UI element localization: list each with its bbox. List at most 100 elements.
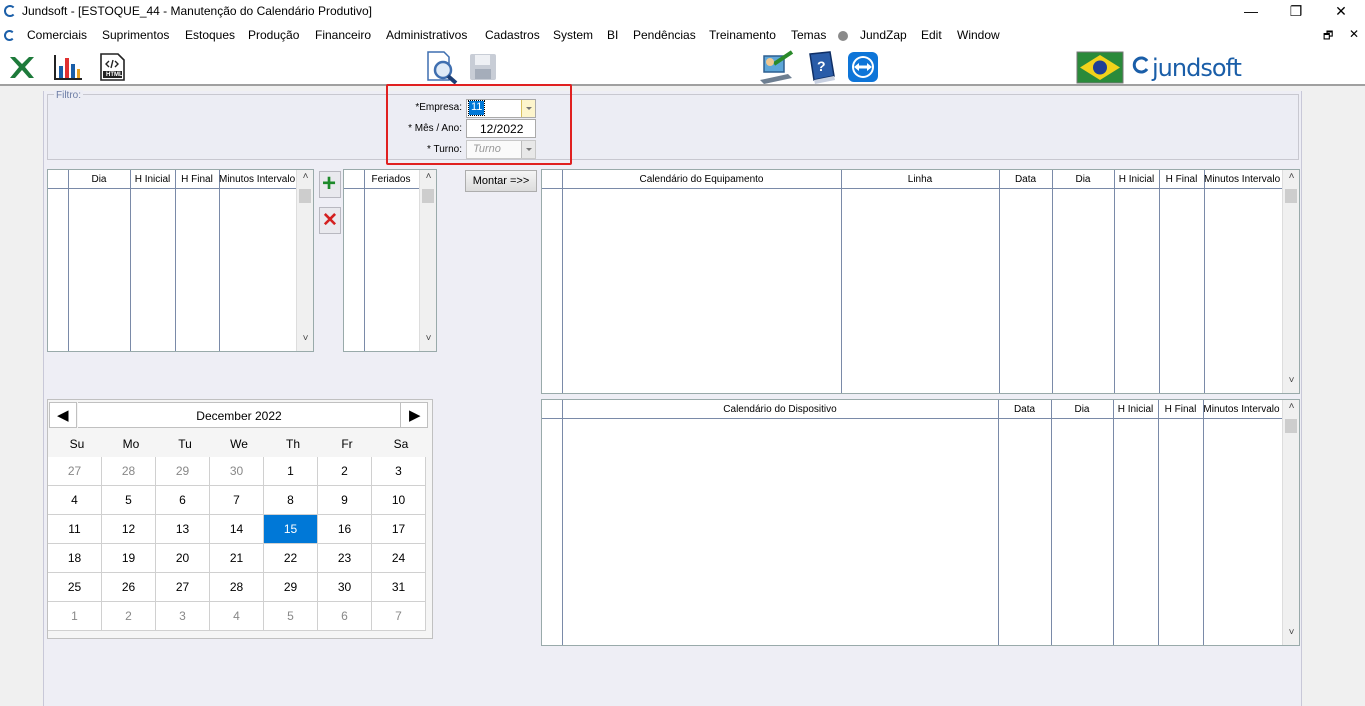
mdi-close-button[interactable]: ✕: [1349, 27, 1359, 41]
calendar-day[interactable]: 17: [372, 515, 426, 544]
column-header-h-inicial[interactable]: H Inicial: [1114, 174, 1159, 185]
mdi-restore-button[interactable]: 🗗: [1323, 27, 1333, 46]
dispositivo-grid-scrollbar[interactable]: ˄ ˅: [1282, 400, 1299, 645]
equipamento-grid-scrollbar[interactable]: ˄ ˅: [1282, 170, 1299, 393]
column-header-linha[interactable]: Linha: [841, 174, 999, 185]
turno-grid-scrollbar[interactable]: ˄ ˅: [296, 170, 313, 351]
calendar-day[interactable]: 5: [102, 486, 156, 515]
calendar-day[interactable]: 13: [156, 515, 210, 544]
feriados-grid-scrollbar[interactable]: ˄ ˅: [419, 170, 436, 351]
column-header-dia[interactable]: Dia: [1052, 174, 1114, 185]
column-header-h-final[interactable]: H Final: [175, 174, 219, 185]
menu-producao[interactable]: Produção: [248, 28, 299, 42]
equipamento-grid[interactable]: Calendário do Equipamento Linha Data Dia…: [541, 169, 1300, 394]
menu-comerciais[interactable]: Comerciais: [27, 28, 87, 42]
column-header-h-final[interactable]: H Final: [1159, 174, 1204, 185]
column-header-dia[interactable]: Dia: [1051, 404, 1113, 415]
calendar-day[interactable]: 24: [372, 544, 426, 573]
calendar-day-adjacent[interactable]: 30: [210, 457, 264, 486]
chart-icon[interactable]: [52, 52, 84, 82]
close-button[interactable]: ✕: [1318, 0, 1364, 23]
calendar-day[interactable]: 6: [156, 486, 210, 515]
menu-system[interactable]: System: [553, 28, 593, 42]
calendar-day[interactable]: 11: [48, 515, 102, 544]
column-header-dia[interactable]: Dia: [68, 174, 130, 185]
calendar-day[interactable]: 9: [318, 486, 372, 515]
calendar-day[interactable]: 19: [102, 544, 156, 573]
calendar-day[interactable]: 27: [156, 573, 210, 602]
calendar-day[interactable]: 3: [372, 457, 426, 486]
menu-edit[interactable]: Edit: [921, 28, 942, 42]
scroll-up-icon[interactable]: ˄: [1283, 401, 1299, 417]
scroll-down-icon[interactable]: ˅: [297, 333, 313, 349]
calendar-day-adjacent[interactable]: 5: [264, 602, 318, 631]
menu-temas[interactable]: Temas: [791, 28, 826, 42]
scroll-thumb[interactable]: [1285, 419, 1297, 433]
calendar-day[interactable]: 16: [318, 515, 372, 544]
calendar-day[interactable]: 4: [48, 486, 102, 515]
calendar-day[interactable]: 10: [372, 486, 426, 515]
html-export-icon[interactable]: HTML: [96, 52, 128, 82]
dispositivo-grid[interactable]: Calendário do Dispositivo Data Dia H Ini…: [541, 399, 1300, 646]
feriados-grid[interactable]: Feriados ˄ ˅: [343, 169, 437, 352]
menu-suprimentos[interactable]: Suprimentos: [102, 28, 169, 42]
calendar-day[interactable]: 23: [318, 544, 372, 573]
calendar-day[interactable]: 21: [210, 544, 264, 573]
menu-jundzap[interactable]: JundZap: [860, 28, 907, 42]
brazil-flag-icon[interactable]: [1076, 50, 1124, 84]
turno-grid[interactable]: Dia H Inicial H Final Minutos Intervalo …: [47, 169, 314, 352]
menu-bi[interactable]: BI: [607, 28, 618, 42]
scroll-thumb[interactable]: [1285, 189, 1297, 203]
column-header-h-inicial[interactable]: H Inicial: [1113, 404, 1158, 415]
calendar-day-adjacent[interactable]: 3: [156, 602, 210, 631]
calendar-day-adjacent[interactable]: 27: [48, 457, 102, 486]
calendar-day[interactable]: 26: [102, 573, 156, 602]
column-header-feriados[interactable]: Feriados: [364, 174, 418, 185]
scroll-thumb[interactable]: [422, 189, 434, 203]
next-month-button[interactable]: ▶: [400, 402, 428, 428]
calendar-day-adjacent[interactable]: 2: [102, 602, 156, 631]
calendar-day-adjacent[interactable]: 28: [102, 457, 156, 486]
help-book-icon[interactable]: ?: [802, 50, 838, 84]
menu-estoques[interactable]: Estoques: [185, 28, 235, 42]
column-header-calendario-equipamento[interactable]: Calendário do Equipamento: [562, 174, 841, 185]
maximize-button[interactable]: ❐: [1273, 0, 1319, 23]
menu-cadastros[interactable]: Cadastros: [485, 28, 540, 42]
calendar-day[interactable]: 20: [156, 544, 210, 573]
menu-treinamento[interactable]: Treinamento: [709, 28, 776, 42]
remove-button[interactable]: ✕: [319, 207, 341, 234]
calendar-day-adjacent[interactable]: 1: [48, 602, 102, 631]
calendar-day[interactable]: 14: [210, 515, 264, 544]
calendar-day[interactable]: 31: [372, 573, 426, 602]
scroll-down-icon[interactable]: ˅: [1283, 375, 1299, 391]
calendar-day[interactable]: 8: [264, 486, 318, 515]
scroll-up-icon[interactable]: ˄: [1283, 171, 1299, 187]
calendar-day[interactable]: 15: [264, 515, 318, 544]
calendar-day[interactable]: 28: [210, 573, 264, 602]
calendar-day-adjacent[interactable]: 6: [318, 602, 372, 631]
search-document-icon[interactable]: [424, 50, 460, 85]
calendar-day-adjacent[interactable]: 4: [210, 602, 264, 631]
column-header-data[interactable]: Data: [998, 404, 1051, 415]
column-header-minutos-intervalo[interactable]: Minutos Intervalo: [219, 174, 295, 185]
teamviewer-icon[interactable]: [847, 51, 879, 83]
calendar-day[interactable]: 7: [210, 486, 264, 515]
calendar-day[interactable]: 18: [48, 544, 102, 573]
user-help-icon[interactable]: [758, 50, 796, 84]
previous-month-button[interactable]: ◀: [49, 402, 77, 428]
scroll-thumb[interactable]: [299, 189, 311, 203]
column-header-minutos-intervalo[interactable]: Minutos Intervalo: [1203, 404, 1280, 415]
save-disk-icon[interactable]: [468, 52, 498, 82]
scroll-down-icon[interactable]: ˅: [1283, 627, 1299, 643]
column-header-h-inicial[interactable]: H Inicial: [130, 174, 175, 185]
calendar-day[interactable]: 25: [48, 573, 102, 602]
calendar-day[interactable]: 1: [264, 457, 318, 486]
minimize-button[interactable]: —: [1228, 0, 1274, 23]
menu-administrativos[interactable]: Administrativos: [386, 28, 467, 42]
column-header-data[interactable]: Data: [999, 174, 1052, 185]
menu-financeiro[interactable]: Financeiro: [315, 28, 371, 42]
menu-window[interactable]: Window: [957, 28, 1000, 42]
calendar-day[interactable]: 29: [264, 573, 318, 602]
add-button[interactable]: +: [319, 170, 341, 198]
scroll-up-icon[interactable]: ˄: [420, 171, 436, 187]
